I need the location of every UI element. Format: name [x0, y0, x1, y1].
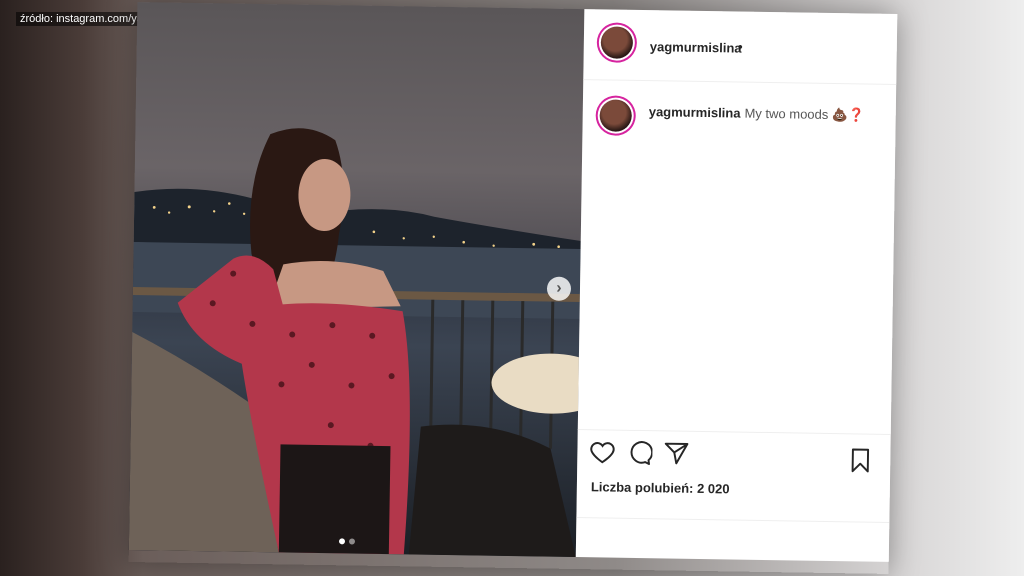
header-avatar[interactable]: [600, 26, 634, 59]
header-divider: [583, 79, 897, 85]
table: [491, 353, 585, 414]
caption-avatar[interactable]: [599, 99, 632, 132]
comment-icon[interactable]: [626, 440, 653, 466]
caption-username[interactable]: yagmurmislina: [649, 104, 741, 120]
caption-text: My two moods 💩❓: [744, 105, 865, 123]
bookmark-icon[interactable]: [847, 447, 873, 473]
actions-divider: [577, 429, 891, 435]
post-side-panel: yagmurmislina • yagmurmislina My two mood…: [575, 9, 898, 562]
instagram-post: › yagmurmislina • yagmurmislina My two mo…: [128, 2, 898, 574]
photo-scene: [128, 128, 585, 558]
carousel-dot: [348, 538, 356, 545]
carousel-indicator: [338, 538, 356, 545]
bottom-divider: [576, 517, 890, 523]
carousel-dot: [338, 538, 346, 545]
header-username[interactable]: yagmurmislina: [650, 39, 742, 55]
header-separator-dot: •: [737, 38, 743, 55]
likes-count[interactable]: Liczba polubień: 2 020: [591, 479, 730, 496]
pants: [278, 444, 391, 555]
heart-icon[interactable]: [589, 439, 615, 465]
chevron-right-icon: ›: [556, 279, 562, 297]
post-photo[interactable]: ›: [128, 2, 585, 558]
post-caption: yagmurmislina My two moods 💩❓: [649, 104, 865, 123]
share-icon[interactable]: [663, 440, 689, 466]
